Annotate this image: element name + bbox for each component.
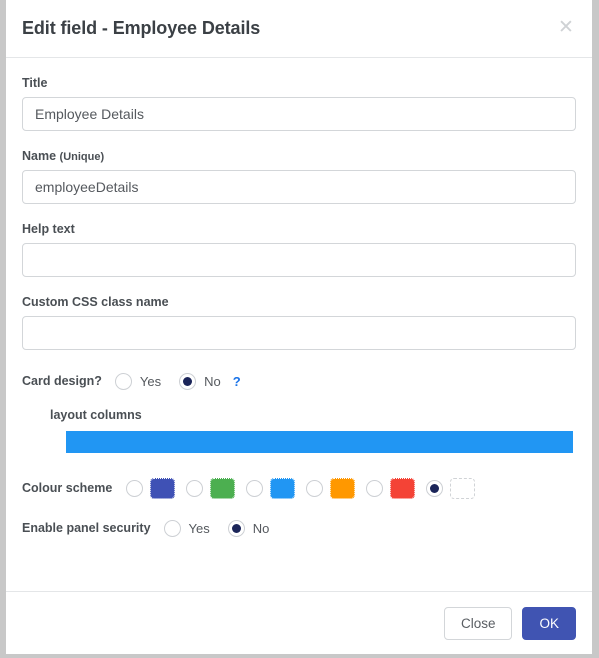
custom-css-input[interactable] [22, 316, 576, 350]
colour-swatch-red[interactable] [390, 477, 416, 499]
card-design-yes-radio[interactable] [114, 372, 132, 390]
name-field-group: Name (Unique) [22, 149, 576, 204]
card-design-no-label: No [204, 373, 221, 389]
custom-css-label: Custom CSS class name [22, 295, 169, 309]
colour-radio-indigo[interactable] [126, 479, 144, 497]
edit-field-dialog: Edit field - Employee Details ✕ Title Na… [6, 0, 592, 654]
colour-radio-green[interactable] [186, 479, 204, 497]
page-title: Edit field - Employee Details [22, 18, 261, 38]
dialog-footer: Close OK [6, 591, 592, 654]
panel-security-no-radio[interactable] [227, 519, 245, 537]
panel-security-no-option[interactable]: No [227, 519, 270, 537]
card-design-label: Card design? [22, 374, 102, 388]
card-design-help-icon[interactable]: ? [233, 374, 241, 389]
colour-radio-blue[interactable] [246, 479, 264, 497]
name-label-unique: (Unique) [59, 151, 105, 163]
help-text-field-group: Help text [22, 222, 576, 277]
panel-security-yes-radio[interactable] [163, 519, 181, 537]
layout-columns-label: layout columns [50, 408, 142, 422]
panel-security-row: Enable panel security Yes No [22, 515, 576, 541]
colour-option-red[interactable] [366, 477, 416, 499]
colour-swatch-blue[interactable] [270, 477, 296, 499]
panel-security-yes-label: Yes [188, 520, 210, 536]
colour-scheme-row: Colour scheme [22, 475, 576, 501]
close-icon[interactable]: ✕ [553, 14, 579, 40]
card-design-yes-label: Yes [139, 373, 162, 389]
card-design-no-option[interactable]: No [179, 372, 221, 390]
colour-option-orange[interactable] [306, 477, 356, 499]
colour-option-indigo[interactable] [126, 477, 176, 499]
help-text-label: Help text [22, 222, 75, 236]
colour-swatch-indigo[interactable] [150, 477, 176, 499]
colour-option-blue[interactable] [246, 477, 296, 499]
colour-swatch-none[interactable] [450, 477, 476, 499]
custom-css-field-group: Custom CSS class name [22, 295, 576, 350]
ok-button[interactable]: OK [522, 606, 576, 640]
close-button[interactable]: Close [443, 606, 513, 640]
card-design-row: Card design? Yes No ? [22, 368, 576, 394]
dialog-header: Edit field - Employee Details ✕ [6, 0, 592, 58]
title-input[interactable] [22, 97, 576, 131]
colour-radio-red[interactable] [366, 479, 384, 497]
help-text-input[interactable] [22, 243, 576, 277]
colour-option-green[interactable] [186, 477, 236, 499]
name-label: Name (Unique) [22, 149, 576, 163]
name-label-text: Name [22, 149, 57, 163]
colour-swatch-green[interactable] [210, 477, 236, 499]
name-input[interactable] [22, 170, 576, 204]
title-label: Title [22, 76, 48, 90]
colour-radio-none[interactable] [426, 479, 444, 497]
card-design-yes-option[interactable]: Yes [114, 372, 162, 390]
panel-security-yes-option[interactable]: Yes [163, 519, 210, 537]
card-design-no-radio[interactable] [179, 372, 197, 390]
colour-option-none[interactable] [426, 477, 476, 499]
colour-swatch-orange[interactable] [330, 477, 356, 499]
panel-security-no-label: No [252, 520, 270, 536]
colour-scheme-label: Colour scheme [22, 481, 113, 495]
dialog-body: Title Name (Unique) Help text Custom CSS… [6, 58, 592, 591]
panel-security-label: Enable panel security [22, 521, 151, 535]
layout-columns-block: layout columns [22, 408, 576, 453]
layout-column-bar[interactable] [66, 431, 573, 453]
title-field-group: Title [22, 76, 576, 131]
colour-radio-orange[interactable] [306, 479, 324, 497]
